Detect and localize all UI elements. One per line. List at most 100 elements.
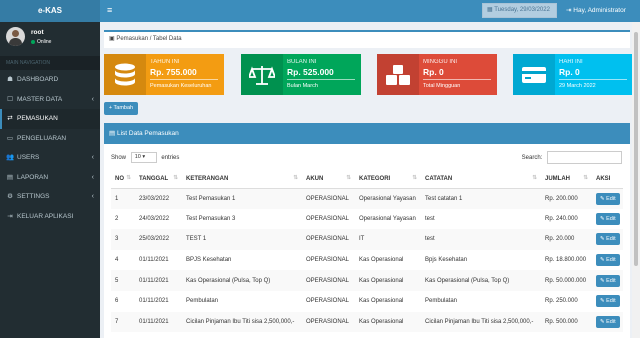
edit-button[interactable]: ✎ Edit (596, 254, 620, 267)
table-cell: Pembulatan (186, 298, 219, 305)
edit-button[interactable]: ✎ Edit (596, 212, 620, 225)
table-header-row: NO ⇅ TANGGAL ⇅ KETERANGAN ⇅ AKUN ⇅ KATEGORI ⇅ CATA… (111, 171, 623, 189)
search-input[interactable] (547, 151, 622, 164)
table-cell: test (421, 229, 541, 250)
edit-button[interactable]: ✎ Edit (596, 233, 620, 246)
sidebar-item-settings[interactable]: ⚙ SETTINGS ‹ (0, 187, 100, 207)
sort-icon: ⇅ (532, 175, 537, 181)
table-cell: 5 (111, 270, 135, 291)
app-logo[interactable]: e-KAS (0, 0, 100, 22)
table-row: 1 23/03/2022 Test Pemasukan 1 OPERASIONAL Op… (111, 188, 623, 209)
table-cell: Kas Operasional (355, 270, 421, 291)
table-row: 5 01/11/2021 Kas Operasional (Pulsa, Top Q… (111, 270, 623, 291)
avatar (6, 27, 25, 46)
column-header-label: AKSI (596, 176, 611, 183)
chevron-left-icon: ‹ (91, 95, 94, 103)
table-row: 2 24/03/2022 Test Pemasukan 3 OPERASIONAL Op… (111, 209, 623, 230)
edit-button[interactable]: ✎ Edit (596, 192, 620, 205)
table-cell: Kas Operasional (Pulsa, Top Q) (421, 270, 541, 291)
table-cell-actions: ✎ Edit (592, 270, 623, 291)
user-menu[interactable]: ⇥ Hay, Administrator (566, 0, 626, 22)
table-cell: OPERASIONAL (302, 311, 355, 333)
data-panel: ▤ List Data Pemasukan Show 10 ▾ entries … (104, 123, 630, 338)
sidebar-item-master-data[interactable]: ☐ MASTER DATA ‹ (0, 90, 100, 110)
sidebar-item-label: LAPORAN (17, 173, 49, 181)
column-header-no[interactable]: NO ⇅ (111, 171, 135, 189)
column-header-akun[interactable]: AKUN ⇅ (302, 171, 355, 189)
column-header-label: NO (115, 176, 124, 183)
page-length-select[interactable]: 10 ▾ (130, 152, 157, 163)
sidebar-item-pemasukan[interactable]: ⇄ PEMASUKAN (0, 109, 100, 129)
edit-button[interactable]: ✎ Edit (596, 315, 620, 328)
column-header-catatan[interactable]: CATATAN ⇅ (421, 171, 541, 189)
table-cell: Rp. 18.800.000 (545, 257, 587, 264)
page-scrollbar[interactable] (632, 22, 640, 338)
dashboard-icon: ☗ (7, 76, 13, 83)
user-name: root (31, 29, 44, 36)
sidebar-item-label: KELUAR APLIKASI (17, 212, 74, 220)
panel-header: ▤ List Data Pemasukan (104, 125, 630, 144)
add-button[interactable]: + Tambah (104, 102, 138, 115)
table-cell: Pembulatan (425, 298, 458, 305)
table-cell-actions: ✎ Edit (592, 229, 623, 250)
date-display: ▦ Tuesday, 29/03/2022 (482, 3, 557, 18)
breadcrumb: ▣ Pemasukan / Tabel Data (104, 30, 630, 48)
column-header-tanggal[interactable]: TANGGAL ⇅ (135, 171, 182, 189)
column-header-label: KETERANGAN (186, 176, 229, 183)
sort-icon: ⇅ (583, 175, 588, 181)
sign-in-icon: ⇥ (566, 7, 572, 14)
sidebar-item-label: SETTINGS (17, 193, 50, 200)
table-cell: Cicilan Pinjaman Ibu Titi sisa 2,500,000… (421, 311, 541, 333)
entries-label: entries (161, 155, 180, 162)
stat-card-label: BULAN INI (287, 59, 317, 65)
database-icon (104, 54, 146, 95)
column-header-keterangan[interactable]: KETERANGAN ⇅ (182, 171, 302, 189)
table-cell: IT (355, 229, 421, 250)
page-length-value: 10 (134, 154, 141, 160)
edit-button[interactable]: ✎ Edit (596, 295, 620, 308)
stat-card-label: TAHUN INI (150, 59, 180, 65)
column-header-jumlah[interactable]: JUMLAH ⇅ (541, 171, 592, 189)
table-row: 6 01/11/2021 Pembulatan OPERASIONAL Kas Oper… (111, 291, 623, 312)
table-cell: Test catatan 1 (421, 188, 541, 209)
edit-button[interactable]: ✎ Edit (596, 274, 620, 287)
table-cell: Cicilan Pinjaman Ibu Titi sisa 2,500,000… (182, 311, 302, 333)
column-header-aksi[interactable]: AKSI (592, 171, 623, 189)
table-cell: 2 (115, 215, 119, 222)
breadcrumb-text: Pemasukan / Tabel Data (116, 36, 182, 42)
stat-card-label: MINGGU INI (423, 59, 457, 65)
sign-out-icon: ⇥ (7, 212, 13, 220)
table-cell: Rp. 200.000 (541, 188, 592, 209)
menu-toggle-icon[interactable]: ≡ (107, 5, 112, 16)
sidebar-item-keluar-aplikasi[interactable]: ⇥ KELUAR APLIKASI (0, 207, 100, 227)
stat-card-progress (423, 79, 491, 80)
data-table: NO ⇅ TANGGAL ⇅ KETERANGAN ⇅ AKUN ⇅ KATEGORI ⇅ CATA… (111, 171, 623, 333)
sidebar-item-dashboard[interactable]: ☗ DASHBOARD (0, 70, 100, 90)
cube-icon: ▣ (109, 36, 115, 42)
chevron-left-icon: ‹ (91, 193, 94, 200)
table-cell: Kas Operasional (359, 257, 404, 264)
chevron-down-icon: ▾ (142, 154, 146, 160)
sidebar-item-users[interactable]: 👥 USERS ‹ (0, 148, 100, 168)
stat-card-progress (150, 79, 218, 80)
table-cell: OPERASIONAL (302, 229, 355, 250)
sidebar-item-label: MASTER DATA (17, 95, 63, 103)
sidebar-item-laporan[interactable]: ▤ LAPORAN ‹ (0, 168, 100, 188)
sort-icon: ⇅ (293, 175, 298, 181)
sidebar-item-pengeluaran[interactable]: ▭ PENGELUARAN (0, 129, 100, 149)
table-cell: Kas Operasional (Pulsa, Top Q) (182, 270, 302, 291)
table-cell: 1 (111, 188, 135, 209)
table-cell: Kas Operasional (359, 298, 404, 305)
column-header-kategori[interactable]: KATEGORI ⇅ (355, 171, 421, 189)
table-row: 7 01/11/2021 Cicilan Pinjaman Ibu Titi sis… (111, 311, 623, 333)
money-icon: ▭ (6, 134, 14, 142)
table-cell: Rp. 50.000.000 (541, 270, 592, 291)
scrollbar-thumb[interactable] (634, 32, 638, 266)
table-cell: OPERASIONAL (306, 215, 350, 222)
stat-card-sub: Pemasukan Keseluruhan (150, 83, 212, 89)
table-cell-actions: ✎ Edit (592, 250, 623, 271)
sidebar-item-label: USERS (17, 154, 40, 161)
stat-card-minggu-ini: MINGGU INI Rp. 0 Total Mingguan (377, 54, 497, 95)
stat-card-value: Rp. 755.000 (150, 67, 197, 77)
table-cell: Rp. 250.000 (545, 298, 578, 305)
